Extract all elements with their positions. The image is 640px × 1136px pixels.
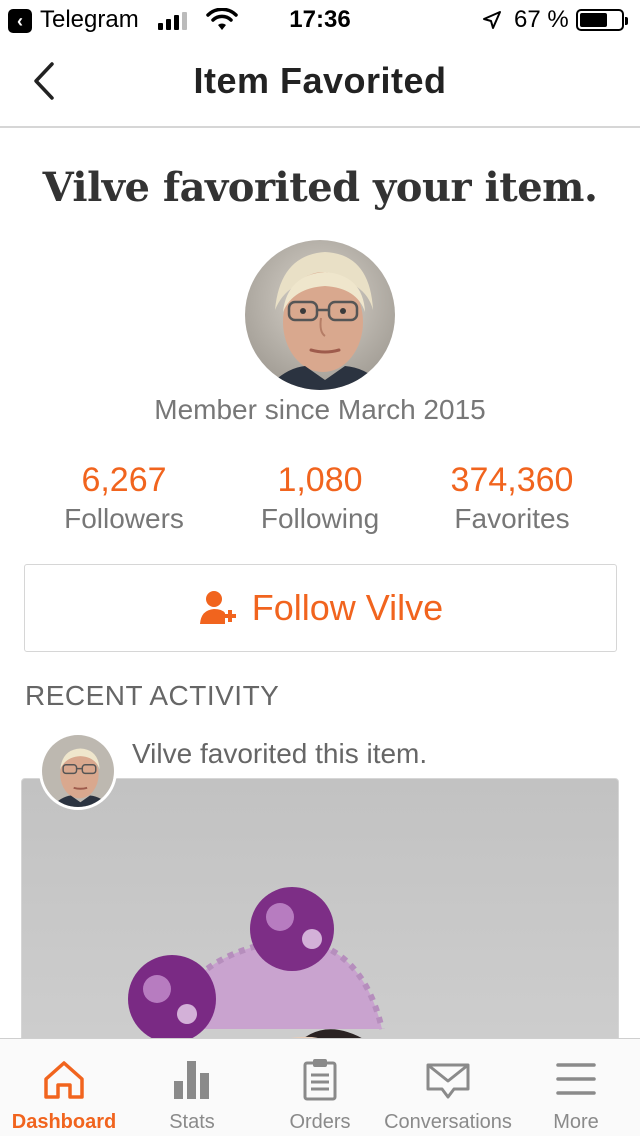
favorites-label: Favorites <box>454 503 570 534</box>
bar-chart-icon <box>174 1061 209 1099</box>
notification-headline: Vilve favorited your item. <box>42 164 598 211</box>
favorites-stat[interactable]: 374,360 Favorites <box>430 460 594 538</box>
navigation-bar: Item Favorited <box>0 40 640 128</box>
battery-percent: 67 % <box>514 6 569 33</box>
member-since-text: Member since March 2015 <box>154 394 486 425</box>
tab-conversations[interactable]: Conversations <box>384 1039 512 1136</box>
tab-label-orders: Orders <box>289 1111 351 1133</box>
followers-count: 6,267 <box>81 461 167 499</box>
follow-button[interactable]: Follow Vilve <box>24 564 617 652</box>
following-count: 1,080 <box>277 461 363 499</box>
activity-avatar[interactable] <box>39 732 117 810</box>
tab-orders[interactable]: Orders <box>256 1039 384 1136</box>
tab-stats[interactable]: Stats <box>128 1039 256 1136</box>
following-stat[interactable]: 1,080 Following <box>240 460 400 538</box>
avatar[interactable] <box>245 240 395 390</box>
follow-button-label: Follow Vilve <box>251 587 444 628</box>
favorites-count: 374,360 <box>450 461 574 499</box>
tab-label-stats: Stats <box>169 1111 215 1133</box>
tab-more[interactable]: More <box>512 1039 640 1136</box>
location-arrow-icon <box>483 11 501 29</box>
clipboard-icon <box>303 1059 337 1101</box>
followers-label: Followers <box>64 503 184 534</box>
favorited-item-image[interactable] <box>21 778 619 1078</box>
tab-label-dashboard: Dashboard <box>11 1111 117 1133</box>
tab-label-more: More <box>553 1111 599 1133</box>
home-icon <box>44 1061 84 1099</box>
menu-icon <box>556 1063 596 1095</box>
tab-dashboard[interactable]: Dashboard <box>0 1039 128 1136</box>
page-title: Item Favorited <box>193 60 447 101</box>
profile-stats: 6,267 Followers 1,080 Following 374,360 … <box>0 460 640 540</box>
section-heading-recent-activity: RECENT ACTIVITY <box>25 680 280 711</box>
followers-stat[interactable]: 6,267 Followers <box>44 460 204 538</box>
following-label: Following <box>260 503 380 534</box>
mail-icon <box>426 1063 470 1099</box>
activity-item-text: Vilve favorited this item. <box>132 738 428 769</box>
tab-label-conversations: Conversations <box>384 1111 512 1133</box>
add-person-icon <box>199 591 236 624</box>
battery-icon <box>576 9 628 31</box>
status-bar: ‹ Telegram 17:36 67 % <box>0 0 640 40</box>
tab-bar: Dashboard Stats Orders Conversations Mor… <box>0 1038 640 1136</box>
